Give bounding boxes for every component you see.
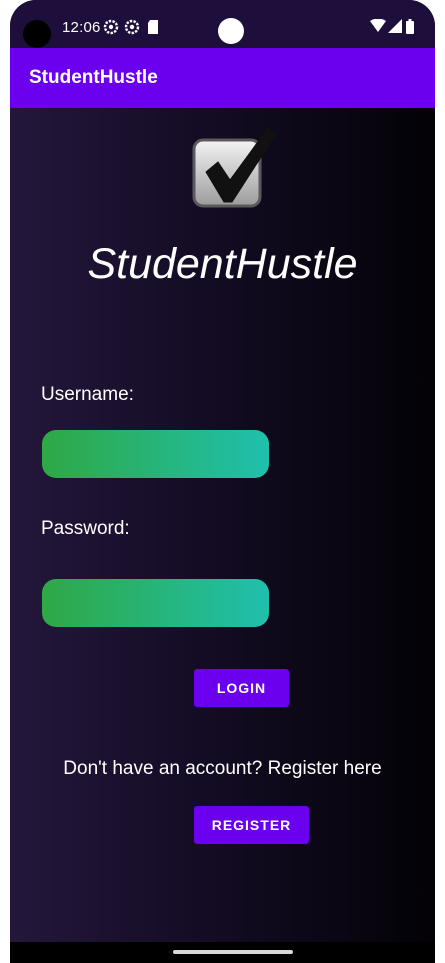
settings-gear-icon [103,19,119,40]
wifi-icon [370,18,386,38]
checkbox-checked-icon [192,126,277,208]
username-label: Username: [41,384,134,405]
phone-screen: 12:06 StudentHustle StudentHustle Userna… [10,0,435,963]
app-bar-title: StudentHustle [29,67,158,88]
signal-icon [388,19,402,38]
navigation-bar [10,942,435,963]
home-gesture-handle[interactable] [173,950,293,954]
camera-cutout [23,20,51,48]
settings-gear-icon [124,19,140,40]
password-label: Password: [41,518,130,539]
status-bar: 12:06 [10,0,435,48]
notification-dot [218,18,244,44]
username-input[interactable] [42,430,269,478]
battery-icon [406,19,414,39]
sd-card-icon [147,19,159,40]
password-input[interactable] [42,579,269,627]
register-prompt: Don't have an account? Register here [63,758,382,779]
app-bar: StudentHustle [10,48,435,108]
register-button[interactable]: REGISTER [194,806,309,844]
status-time: 12:06 [62,19,101,36]
logo-text: StudentHustle [87,240,358,288]
login-button[interactable]: LOGIN [194,669,289,707]
login-screen: StudentHustle Username: Password: LOGIN … [10,108,435,942]
